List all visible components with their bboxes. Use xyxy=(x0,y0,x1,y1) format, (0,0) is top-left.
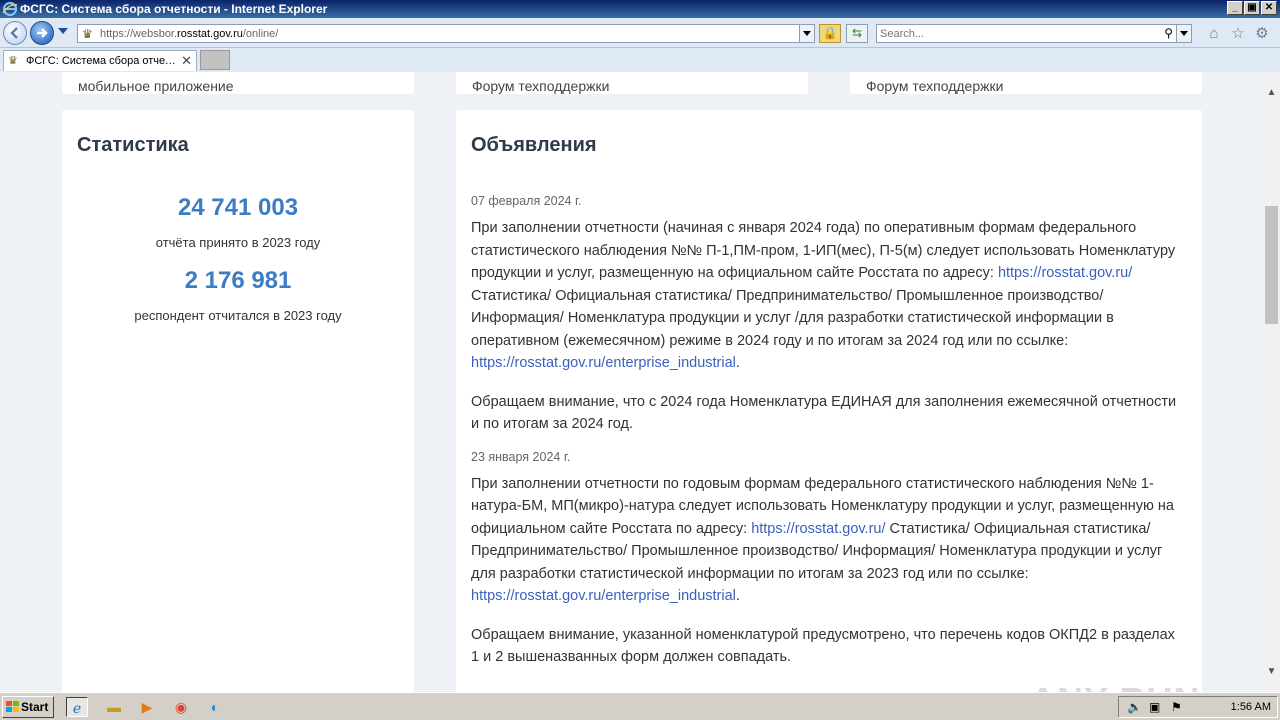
tab-active[interactable]: ♛ ФСГС: Система сбора отчет... ✕ xyxy=(3,50,197,71)
back-arrow-icon xyxy=(10,27,18,39)
announcements-card: Объявления 07 февраля 2024 г. При заполн… xyxy=(456,110,1202,692)
tab-close-icon[interactable]: ✕ xyxy=(181,53,192,69)
back-button[interactable] xyxy=(3,21,27,45)
history-dropdown-icon[interactable] xyxy=(58,28,68,34)
anyrun-watermark: ANY RUN xyxy=(1030,680,1200,692)
rosstat-link[interactable]: https://rosstat.gov.ru/ xyxy=(998,265,1132,281)
respondents-count: 2 176 981 xyxy=(184,267,292,294)
start-label: Start xyxy=(21,700,49,714)
announcements-title: Объявления xyxy=(471,134,597,156)
announcement-text: При заполнении отчетности (начиная с янв… xyxy=(471,220,1176,371)
statistics-card: Статистика 24 741 003 отчёта принято в 2… xyxy=(62,110,414,692)
announcement-note: Обращаем внимание, указанной номенклатур… xyxy=(471,626,1175,666)
page-viewport: мобильное приложение Форум техподдержки … xyxy=(0,72,1263,692)
ie-icon[interactable]: ℯ xyxy=(66,697,88,717)
address-field[interactable]: ♛ https://websbor.rosstat.gov.ru/online/ xyxy=(77,24,815,43)
announcement-date: 23 января 2024 г. xyxy=(471,449,571,464)
chrome-icon[interactable]: ◉ xyxy=(170,697,192,717)
clock: 1:56 AM xyxy=(1230,701,1271,713)
top-card-text: мобильное приложение xyxy=(78,78,234,94)
window-title: ФСГС: Система сбора отчетности - Interne… xyxy=(20,2,328,16)
announcement-text: При заполнении отчетности по годовым фор… xyxy=(471,475,1174,605)
window-title-bar: ФСГС: Система сбора отчетности - Interne… xyxy=(0,0,1280,18)
settings-gear-icon[interactable]: ⚙ xyxy=(1254,26,1270,42)
address-dropdown-icon[interactable] xyxy=(799,25,814,42)
start-button[interactable]: Start xyxy=(2,696,54,718)
search-dropdown-icon[interactable] xyxy=(1176,25,1191,42)
volume-icon[interactable]: 🔈 xyxy=(1127,700,1142,714)
scroll-up-icon[interactable]: ▲ xyxy=(1263,84,1280,101)
network-icon[interactable]: ▣ xyxy=(1149,700,1160,714)
scroll-down-icon[interactable]: ▼ xyxy=(1263,663,1280,680)
forward-button[interactable] xyxy=(30,21,54,45)
search-input[interactable] xyxy=(880,27,1150,41)
respondents-label: респондент отчитался в 2023 году xyxy=(134,308,342,323)
forward-arrow-icon xyxy=(37,28,48,38)
edge-icon[interactable]: ◐ xyxy=(204,697,226,717)
security-flag-icon[interactable]: ⚑ xyxy=(1171,700,1182,714)
top-card-mobile-app[interactable]: мобильное приложение xyxy=(62,72,414,94)
search-icon[interactable]: ⚲ xyxy=(1164,26,1173,40)
tab-favicon-icon: ♛ xyxy=(8,55,18,67)
scroll-thumb[interactable] xyxy=(1265,206,1278,324)
site-favicon-icon: ♛ xyxy=(82,27,93,41)
new-tab-button[interactable] xyxy=(200,50,230,70)
search-box[interactable]: ⚲ xyxy=(876,24,1192,43)
favorites-star-icon[interactable]: ☆ xyxy=(1230,26,1246,42)
minimize-button[interactable]: _ xyxy=(1227,1,1243,15)
announcements-list: 07 февраля 2024 г. При заполнении отчетн… xyxy=(471,194,1183,685)
statistics-title: Статистика xyxy=(77,134,189,156)
rosstat-link[interactable]: https://rosstat.gov.ru/ xyxy=(751,521,885,537)
enterprise-industrial-link[interactable]: https://rosstat.gov.ru/enterprise_indust… xyxy=(471,355,736,371)
reports-count: 24 741 003 xyxy=(177,194,299,221)
tab-title: ФСГС: Система сбора отчет... xyxy=(26,55,176,67)
home-icon[interactable]: ⌂ xyxy=(1206,26,1222,42)
vertical-scrollbar[interactable]: ▲ ▼ xyxy=(1263,72,1280,692)
close-window-button[interactable]: ✕ xyxy=(1261,1,1277,15)
top-card-forum-2[interactable]: Форум техподдержки xyxy=(850,72,1202,94)
folder-icon[interactable]: ▬ xyxy=(103,697,125,717)
enterprise-industrial-link[interactable]: https://rosstat.gov.ru/enterprise_indust… xyxy=(471,588,736,604)
maximize-button[interactable]: ▣ xyxy=(1244,1,1260,15)
refresh-icon[interactable]: ⇆ xyxy=(846,24,868,43)
reports-label: отчёта принято в 2023 году xyxy=(155,235,321,250)
ie-logo-icon xyxy=(2,1,18,17)
taskbar: Start ℯ ▬ ▶ ◉ ◐ 🔈 ▣ ⚑ 1:56 AM xyxy=(0,692,1280,720)
top-card-text: Форум техподдержки xyxy=(866,78,1004,94)
top-card-forum[interactable]: Форум техподдержки xyxy=(456,72,808,94)
top-card-text: Форум техподдержки xyxy=(472,78,610,94)
tab-row: ♛ ФСГС: Система сбора отчет... ✕ xyxy=(0,48,1280,72)
system-tray: 🔈 ▣ ⚑ 1:56 AM xyxy=(1118,696,1278,718)
lock-icon[interactable]: 🔒 xyxy=(819,24,841,43)
url-text[interactable]: https://websbor.rosstat.gov.ru/online/ xyxy=(100,28,278,40)
media-player-icon[interactable]: ▶ xyxy=(136,697,158,717)
announcement-date: 07 февраля 2024 г. xyxy=(471,194,582,208)
windows-flag-icon xyxy=(6,701,19,712)
navigation-bar: ♛ https://websbor.rosstat.gov.ru/online/… xyxy=(0,18,1280,48)
announcement-note: Обращаем внимание, что с 2024 года Номен… xyxy=(471,393,1177,433)
